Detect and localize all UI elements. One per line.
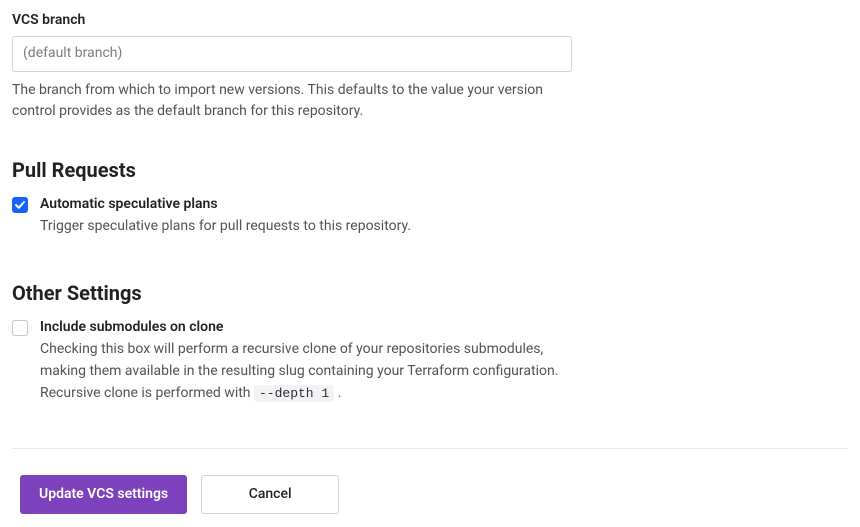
checkmark-icon — [14, 199, 26, 211]
vcs-branch-field: VCS branch The branch from which to impo… — [12, 12, 848, 122]
include-submodules-row: Include submodules on clone Checking thi… — [12, 319, 848, 404]
pull-requests-section: Pull Requests Automatic speculative plan… — [12, 158, 848, 238]
include-submodules-checkbox[interactable] — [12, 320, 28, 336]
pull-requests-heading: Pull Requests — [12, 158, 848, 182]
button-row: Update VCS settings Cancel — [12, 475, 848, 513]
update-vcs-settings-button[interactable]: Update VCS settings — [20, 475, 187, 513]
depth-flag-code: --depth 1 — [254, 385, 334, 402]
other-settings-section: Other Settings Include submodules on clo… — [12, 281, 848, 404]
vcs-branch-input[interactable] — [12, 36, 572, 72]
auto-speculative-help: Trigger speculative plans for pull reque… — [40, 216, 580, 238]
other-settings-heading: Other Settings — [12, 281, 848, 305]
divider — [12, 448, 848, 449]
vcs-branch-help: The branch from which to import new vers… — [12, 80, 582, 122]
include-submodules-help: Checking this box will perform a recursi… — [40, 339, 580, 404]
vcs-branch-label: VCS branch — [12, 12, 848, 28]
auto-speculative-checkbox[interactable] — [12, 197, 28, 213]
include-submodules-label: Include submodules on clone — [40, 319, 848, 335]
include-submodules-help-suffix: . — [334, 385, 341, 401]
auto-speculative-row: Automatic speculative plans Trigger spec… — [12, 196, 848, 238]
cancel-button[interactable]: Cancel — [201, 475, 339, 513]
auto-speculative-label: Automatic speculative plans — [40, 196, 848, 212]
